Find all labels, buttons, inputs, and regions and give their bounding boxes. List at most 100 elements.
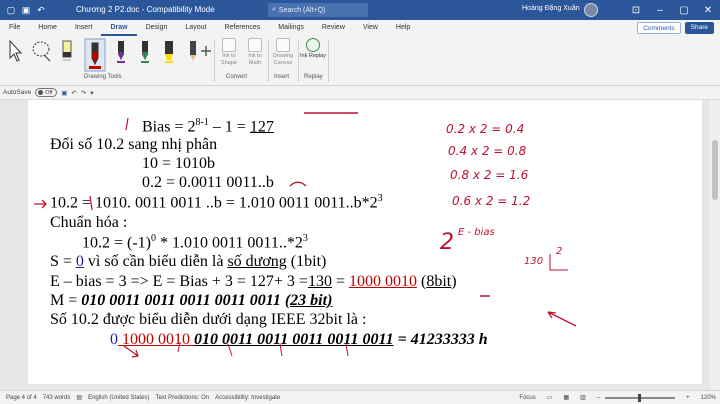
maximize-icon[interactable]: ▢ [672, 0, 696, 20]
doc-line-bias: Bias = 28-1 – 1 = 127 [142, 117, 274, 136]
ink-calc-3: 0.8 x 2 = 1.6 [450, 168, 529, 182]
replay-icon [306, 38, 320, 52]
ribbon-draw: Drawing Tools Ink to Shape Ink to Math C… [0, 36, 720, 86]
save-icon[interactable]: ▣ [21, 5, 31, 15]
ink-division-130: 130 [524, 256, 544, 267]
read-mode-icon[interactable]: ▭ [547, 394, 553, 401]
separator [298, 40, 299, 82]
tab-references[interactable]: References [215, 20, 269, 36]
avatar[interactable] [584, 3, 598, 17]
user-name[interactable]: Hoàng Đặng Xuân [522, 5, 580, 12]
title-bar: ▢ ▣ ↶ Chương 2 P2.doc - Compatibility Mo… [0, 0, 720, 20]
share-button[interactable]: Share [684, 22, 714, 34]
quick-access-bar: AutoSave Off ▣ ↶ ↷ ▾ [0, 86, 720, 100]
search-placeholder: Search (Alt+Q) [278, 6, 326, 14]
ink-calc-4: 0.6 x 2 = 1.2 [452, 194, 531, 208]
undo-icon[interactable]: ↶ [71, 89, 76, 97]
tab-file[interactable]: File [0, 20, 29, 36]
doc-line-frac: 0.2 = 0.0011 0011..b [142, 174, 274, 191]
minimize-icon[interactable]: – [648, 0, 672, 20]
lasso-icon[interactable] [30, 38, 54, 64]
doc-line-mantissa: M = 010 0011 0011 0011 0011 0011 (23 bit… [50, 292, 333, 309]
print-layout-icon[interactable]: ▦ [563, 394, 569, 401]
text-predictions[interactable]: Text Predictions: On [155, 395, 209, 401]
tab-layout[interactable]: Layout [176, 20, 215, 36]
search-icon: ⌕ [272, 6, 276, 13]
ink-to-shape-icon [222, 38, 236, 52]
word-count[interactable]: 743 words [43, 395, 71, 401]
undo-icon[interactable]: ↶ [36, 5, 46, 15]
doc-line-normalized: 10.2 = (-1)0 * 1.010 0011 0011..*23 [82, 233, 308, 252]
add-pen-icon[interactable] [200, 38, 212, 64]
drawing-tools-label: Drawing Tools [84, 74, 122, 80]
ink-calc-2: 0.4 x 2 = 0.8 [448, 144, 527, 158]
zoom-slider-thumb[interactable] [638, 393, 642, 402]
zoom-in-icon[interactable]: + [686, 395, 690, 401]
autosave-label: AutoSave [3, 89, 32, 96]
autosave-toggle[interactable]: Off [35, 88, 58, 97]
tab-help[interactable]: Help [387, 20, 419, 36]
save-icon[interactable]: ▣ [61, 89, 67, 97]
ink-replay-button[interactable]: Ink Replay [300, 38, 326, 60]
doc-line-ieee: Số 10.2 được biểu diễn dưới dạng IEEE 32… [50, 311, 367, 328]
separator [328, 40, 329, 82]
ribbon-tabs: File Home Insert Draw Design Layout Refe… [0, 20, 720, 36]
eraser-icon[interactable] [58, 38, 76, 64]
tab-view[interactable]: View [354, 20, 387, 36]
redo-icon[interactable]: ↷ [81, 89, 86, 97]
toggle-knob-icon [38, 90, 44, 95]
doc-line-normalize: Chuẩn hóa : [50, 214, 128, 231]
convert-group-label: Convert [226, 74, 248, 80]
tab-insert[interactable]: Insert [66, 20, 102, 36]
doc-line-int: 10 = 1010b [142, 155, 216, 172]
vertical-scrollbar[interactable] [710, 100, 720, 390]
replay-group-label: Replay [304, 74, 323, 80]
page-count[interactable]: Page 4 of 4 [6, 395, 37, 401]
drawing-canvas-button[interactable]: Drawing Canvas [270, 38, 296, 67]
spelling-icon[interactable]: ▤ [76, 394, 82, 401]
ink-calc-1: 0.2 x 2 = 0.4 [446, 122, 525, 136]
separator [268, 40, 269, 82]
zoom-out-icon[interactable]: – [597, 395, 600, 401]
tab-mailings[interactable]: Mailings [269, 20, 313, 36]
green-pen-icon[interactable] [136, 38, 154, 64]
separator [214, 40, 215, 82]
insert-group-label: Insert [274, 74, 290, 80]
tab-design[interactable]: Design [137, 20, 177, 36]
close-icon[interactable]: ✕ [696, 0, 720, 20]
autosave-icon[interactable]: ▢ [6, 5, 16, 15]
status-bar: Page 4 of 4 743 words ▤ English (United … [0, 390, 720, 404]
scrollbar-thumb[interactable] [712, 140, 718, 200]
yellow-highlighter-icon[interactable] [160, 38, 178, 64]
tab-draw[interactable]: Draw [101, 20, 137, 36]
doc-line-sign: S = 0 vì số cần biểu diễn là số dương (1… [50, 253, 327, 270]
focus-mode[interactable]: Focus [519, 395, 535, 401]
web-layout-icon[interactable]: ▥ [580, 394, 586, 401]
ink-division-2: 2 [556, 246, 563, 257]
doc-line-convert: Đổi số 10.2 sang nhị phân [50, 136, 218, 153]
drawing-canvas-icon [276, 38, 290, 52]
zoom-slider[interactable] [605, 393, 676, 402]
ink-to-math-icon [248, 38, 262, 52]
tab-home[interactable]: Home [29, 20, 66, 36]
accessibility-status[interactable]: Accessibility: Investigate [215, 395, 280, 401]
ink-to-shape-button[interactable]: Ink to Shape [216, 38, 242, 67]
search-box[interactable]: ⌕ Search (Alt+Q) [268, 3, 368, 17]
red-pen-icon[interactable] [84, 38, 106, 72]
zoom-level[interactable]: 120% [701, 395, 716, 401]
doc-line-result: 0 1000 0010 010 0011 0011 0011 0011 0011… [110, 331, 488, 348]
customize-icon[interactable]: ▾ [90, 89, 93, 97]
ink-exponent-base: 2 [440, 230, 454, 255]
purple-pen-icon[interactable] [112, 38, 130, 64]
select-arrow-icon[interactable] [6, 38, 24, 64]
doc-line-exponent: E – bias = 3 => E = Bias + 3 = 127+ 3 =1… [50, 273, 457, 290]
ribbon-display-icon[interactable]: ⊡ [624, 0, 648, 20]
tab-review[interactable]: Review [313, 20, 354, 36]
comments-button[interactable]: Comments [637, 22, 681, 34]
document-title: Chương 2 P2.doc - Compatibility Mode [76, 5, 215, 14]
ink-to-math-button[interactable]: Ink to Math [242, 38, 268, 67]
word-window: { "titlebar":{"doc_title":"Chương 2 P2.d… [0, 0, 720, 404]
document-page[interactable]: Bias = 28-1 – 1 = 127 Đổi số 10.2 sang n… [28, 100, 702, 384]
language[interactable]: English (United States) [88, 395, 149, 401]
doc-line-binary: 10.2 = 1010. 0011 0011 ..b = 1.010 0011 … [50, 193, 383, 212]
